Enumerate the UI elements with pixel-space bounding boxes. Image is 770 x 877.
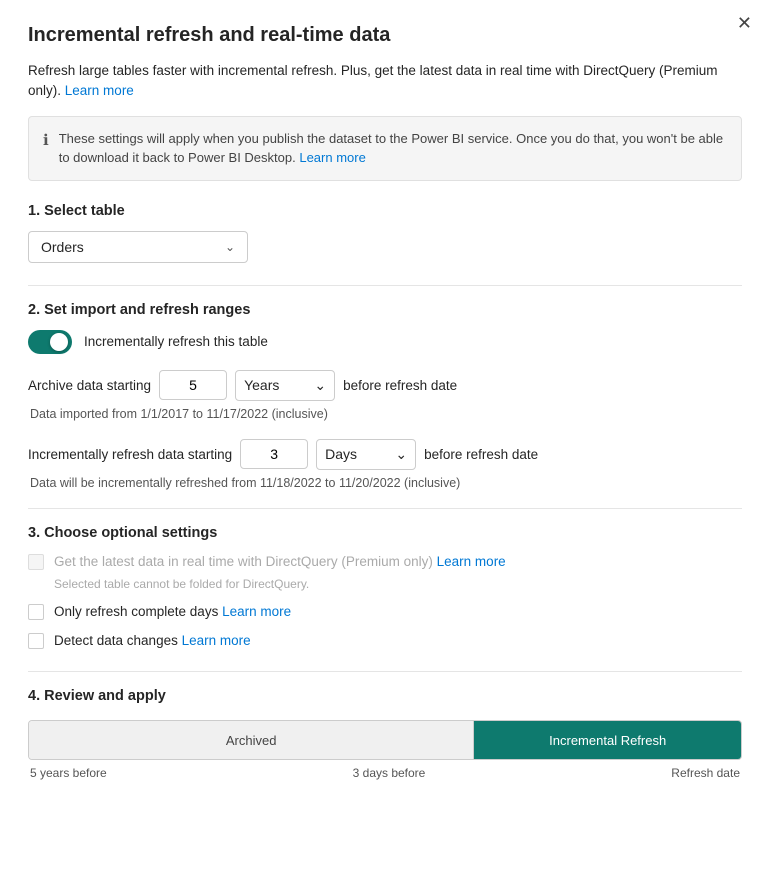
detect-changes-label: Detect data changes bbox=[54, 633, 178, 648]
toggle-thumb bbox=[50, 333, 68, 351]
divider-2 bbox=[28, 508, 742, 509]
dialog-title: Incremental refresh and real-time data bbox=[28, 24, 742, 47]
section2-title: 2. Set import and refresh ranges bbox=[28, 302, 742, 318]
section4-title: 4. Review and apply bbox=[28, 688, 742, 704]
directquery-row: Get the latest data in real time with Di… bbox=[28, 553, 742, 572]
bar-track: Archived Incremental Refresh bbox=[28, 720, 742, 760]
archive-range-row: Archive data starting Years ⌄ before ref… bbox=[28, 370, 742, 401]
complete-days-row: Only refresh complete days Learn more bbox=[28, 603, 742, 622]
refresh-range-row: Incrementally refresh data starting Days… bbox=[28, 439, 742, 470]
detect-changes-learn-more-link[interactable]: Learn more bbox=[182, 633, 251, 648]
divider-3 bbox=[28, 671, 742, 672]
info-icon: ℹ bbox=[43, 130, 49, 168]
toggle-label: Incrementally refresh this table bbox=[84, 334, 268, 349]
refresh-unit-select[interactable]: Days ⌄ bbox=[316, 439, 416, 470]
info-box-learn-more-link[interactable]: Learn more bbox=[299, 150, 365, 165]
refresh-value-input[interactable] bbox=[240, 439, 308, 469]
archive-info-text: Data imported from 1/1/2017 to 11/17/202… bbox=[30, 407, 742, 421]
directquery-learn-more-link[interactable]: Learn more bbox=[437, 554, 506, 569]
refresh-suffix: before refresh date bbox=[424, 447, 538, 462]
import-refresh-section: 2. Set import and refresh ranges Increme… bbox=[28, 302, 742, 490]
table-dropdown-value: Orders bbox=[41, 239, 84, 255]
archive-unit-chevron: ⌄ bbox=[314, 377, 326, 394]
refresh-unit-chevron: ⌄ bbox=[395, 446, 407, 463]
detect-changes-row: Detect data changes Learn more bbox=[28, 632, 742, 651]
close-button[interactable]: ✕ bbox=[737, 14, 752, 32]
divider-1 bbox=[28, 285, 742, 286]
table-dropdown-chevron: ⌄ bbox=[225, 240, 235, 254]
directquery-checkbox[interactable] bbox=[28, 554, 44, 570]
dialog-container: ✕ Incremental refresh and real-time data… bbox=[0, 0, 770, 877]
section3-title: 3. Choose optional settings bbox=[28, 525, 742, 541]
archive-unit-select[interactable]: Years ⌄ bbox=[235, 370, 335, 401]
intro-learn-more-link[interactable]: Learn more bbox=[65, 83, 134, 98]
refresh-prefix: Incrementally refresh data starting bbox=[28, 447, 232, 462]
review-section: 4. Review and apply Archived Incremental… bbox=[28, 688, 742, 780]
bar-label-left: 5 years before bbox=[30, 766, 107, 780]
bar-label-middle: 3 days before bbox=[353, 766, 426, 780]
directquery-disabled-note: Selected table cannot be folded for Dire… bbox=[54, 577, 742, 591]
archive-unit-label: Years bbox=[244, 377, 279, 393]
detect-changes-checkbox[interactable] bbox=[28, 633, 44, 649]
section1-title: 1. Select table bbox=[28, 203, 742, 219]
complete-days-learn-more-link[interactable]: Learn more bbox=[222, 604, 291, 619]
select-table-section: 1. Select table Orders ⌄ bbox=[28, 203, 742, 263]
info-box: ℹ These settings will apply when you pub… bbox=[28, 116, 742, 181]
optional-settings-section: 3. Choose optional settings Get the late… bbox=[28, 525, 742, 652]
bar-labels: 5 years before 3 days before Refresh dat… bbox=[28, 766, 742, 780]
incremental-refresh-toggle[interactable] bbox=[28, 330, 72, 354]
table-dropdown[interactable]: Orders ⌄ bbox=[28, 231, 248, 263]
complete-days-label: Only refresh complete days bbox=[54, 604, 218, 619]
toggle-row: Incrementally refresh this table bbox=[28, 330, 742, 354]
refresh-info-text: Data will be incrementally refreshed fro… bbox=[30, 476, 742, 490]
bar-label-right: Refresh date bbox=[671, 766, 740, 780]
archive-suffix: before refresh date bbox=[343, 378, 457, 393]
bar-archived: Archived bbox=[29, 721, 474, 759]
archive-value-input[interactable] bbox=[159, 370, 227, 400]
refresh-unit-label: Days bbox=[325, 446, 357, 462]
info-box-text: These settings will apply when you publi… bbox=[59, 131, 723, 166]
complete-days-checkbox[interactable] bbox=[28, 604, 44, 620]
timeline-bar-container: Archived Incremental Refresh 5 years bef… bbox=[28, 720, 742, 780]
intro-text: Refresh large tables faster with increme… bbox=[28, 61, 742, 102]
archive-prefix: Archive data starting bbox=[28, 378, 151, 393]
bar-incremental: Incremental Refresh bbox=[474, 721, 741, 759]
directquery-label: Get the latest data in real time with Di… bbox=[54, 554, 433, 569]
